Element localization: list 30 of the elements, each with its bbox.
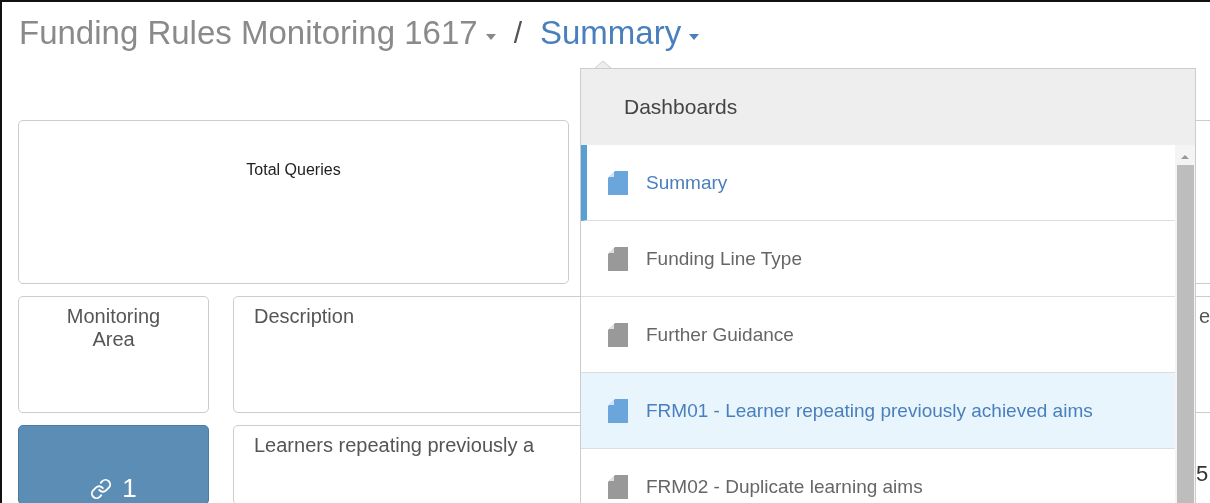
menu-item-label: Funding Line Type [646,247,802,270]
menu-item-label: FRM01 - Learner repeating previously achieved aims [646,399,1093,422]
document-icon [608,474,628,499]
breadcrumb-separator: / [513,16,522,50]
scrollbar-thumb[interactable] [1176,165,1194,503]
header-text: Monitoring Area [65,305,162,351]
caret-icon[interactable] [689,34,700,40]
scrollbar[interactable] [1175,145,1195,503]
document-icon [608,322,628,347]
scroll-up-icon[interactable] [1180,153,1190,161]
document-icon [608,170,628,195]
description-text: Learners repeating previously a [254,434,536,457]
menu-item[interactable]: FRM01 - Learner repeating previously achieved aims [581,373,1175,449]
menu-item-label: FRM02 - Duplicate learning aims [646,475,923,498]
menu-item[interactable]: Summary [581,145,1175,221]
card-title: Total Queries [245,161,342,179]
workbook-title[interactable]: Funding Rules Monitoring 1617 [19,14,478,52]
header-text: Description [254,305,356,328]
document-icon [608,246,628,271]
area-number: 1 [122,473,137,503]
menu-item-label: Summary [646,171,728,194]
menu-header: Dashboards [624,95,738,119]
cell-value: 5 [1196,461,1210,487]
caret-icon[interactable] [485,34,496,40]
menu-item-label: Further Guidance [646,323,794,346]
document-icon [608,398,628,423]
dashboard-title[interactable]: Summary [539,14,682,52]
monitoring-area-tile[interactable]: 1 [18,425,209,503]
link-icon [90,478,113,500]
header-text: e [1199,305,1210,328]
